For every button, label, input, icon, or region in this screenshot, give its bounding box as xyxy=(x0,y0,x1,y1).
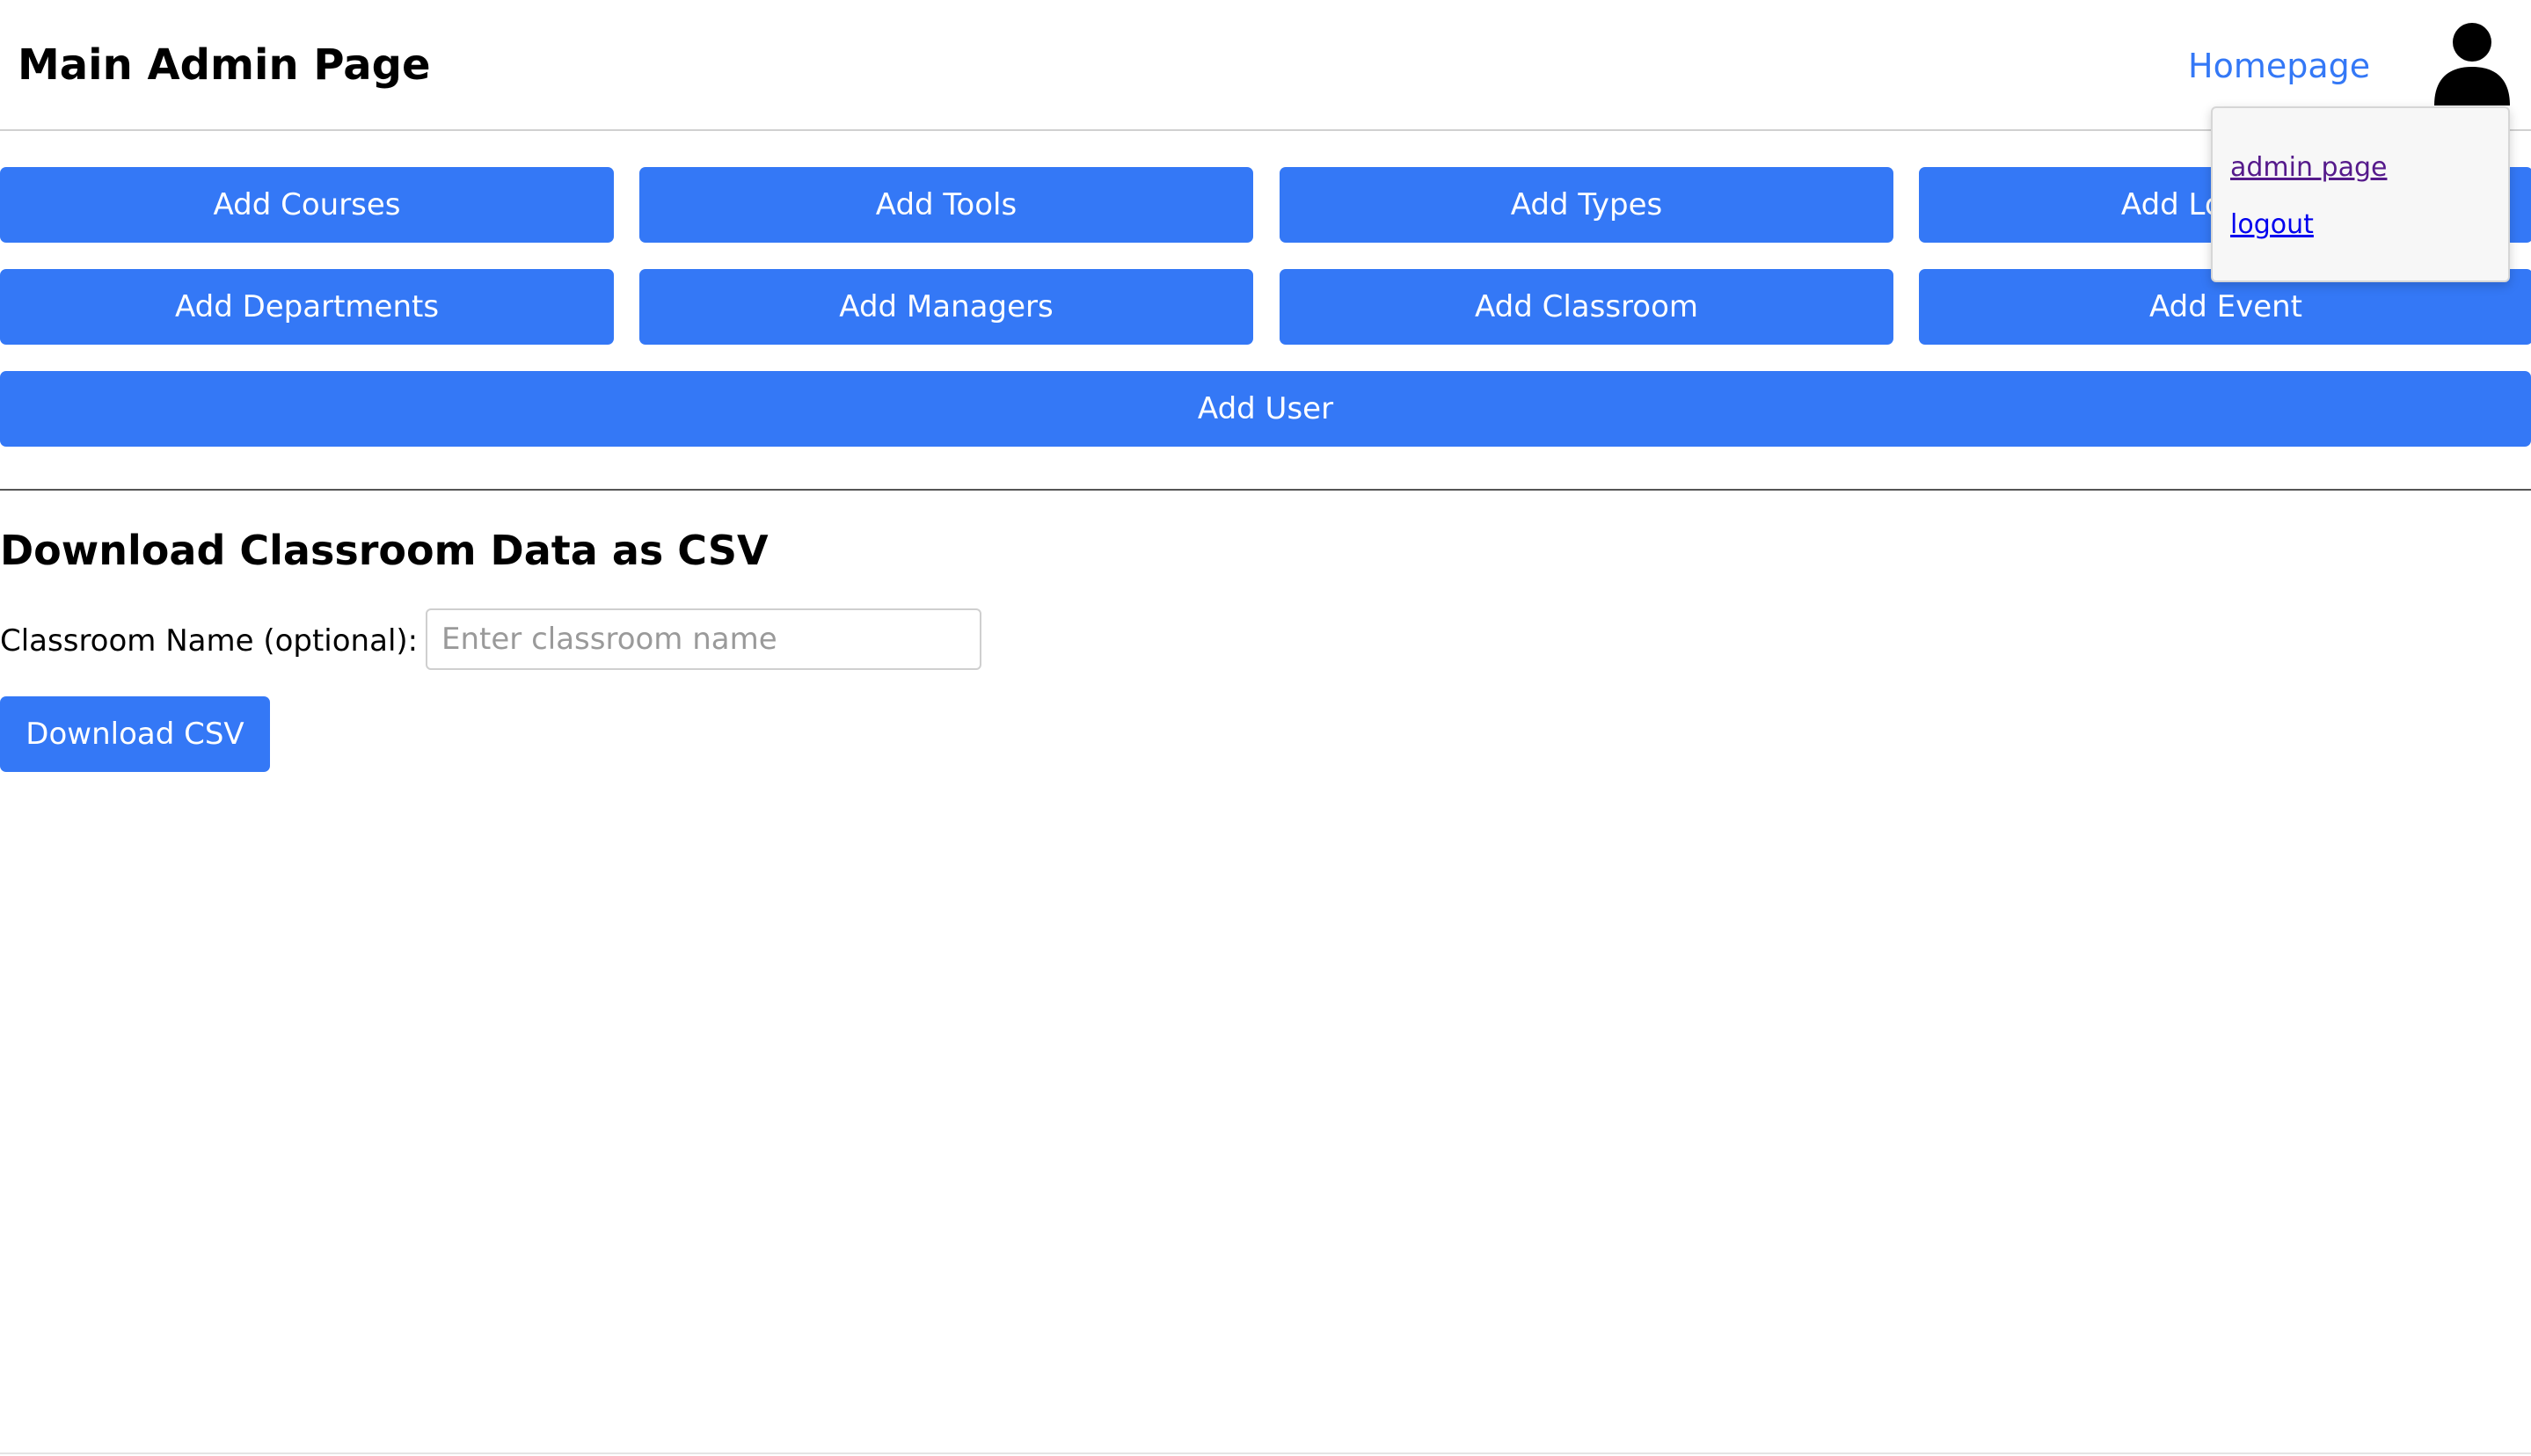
add-types-button[interactable]: Add Types xyxy=(1280,167,1893,243)
menu-item-logout[interactable]: logout xyxy=(2230,207,2314,243)
add-classroom-button[interactable]: Add Classroom xyxy=(1280,269,1893,345)
menu-item-admin-page[interactable]: admin page xyxy=(2230,150,2387,186)
admin-page: Main Admin Page Homepage Add Courses Add… xyxy=(0,0,2531,1456)
csv-section-title: Download Classroom Data as CSV xyxy=(0,527,769,574)
add-departments-button[interactable]: Add Departments xyxy=(0,269,614,345)
user-dropdown-menu: admin page logout xyxy=(2211,106,2510,282)
classroom-name-input[interactable] xyxy=(426,608,981,670)
top-header: Main Admin Page Homepage xyxy=(0,0,2531,131)
page-title: Main Admin Page xyxy=(18,40,431,90)
user-icon[interactable] xyxy=(2434,23,2510,106)
add-tools-button[interactable]: Add Tools xyxy=(639,167,1253,243)
download-csv-button[interactable]: Download CSV xyxy=(0,696,270,772)
classroom-name-label: Classroom Name (optional): xyxy=(0,623,419,659)
add-courses-button[interactable]: Add Courses xyxy=(0,167,614,243)
add-managers-button[interactable]: Add Managers xyxy=(639,269,1253,345)
add-user-button[interactable]: Add User xyxy=(0,371,2531,447)
section-divider xyxy=(0,489,2531,491)
homepage-link[interactable]: Homepage xyxy=(2188,44,2370,88)
footer-divider xyxy=(0,1452,2531,1454)
